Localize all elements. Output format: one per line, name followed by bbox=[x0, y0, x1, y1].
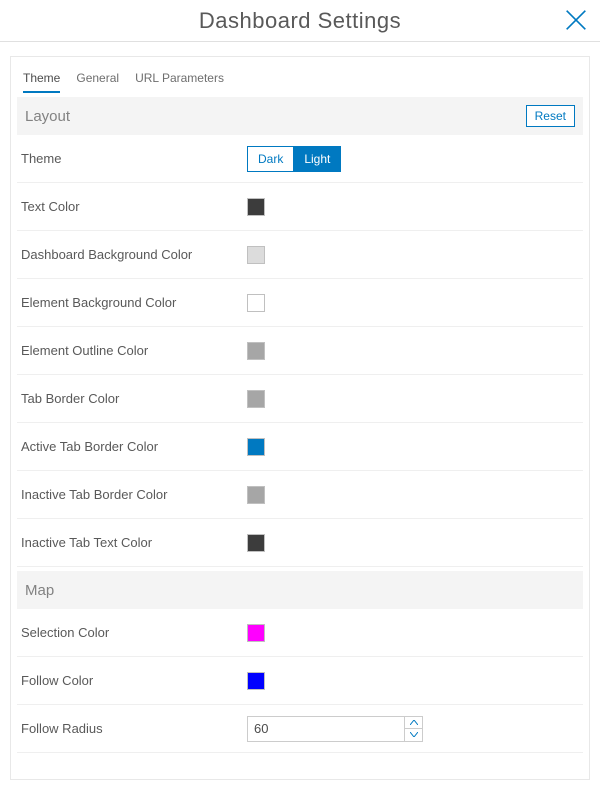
tab-general[interactable]: General bbox=[76, 71, 119, 93]
row-active-tab-border-color-label: Active Tab Border Color bbox=[21, 439, 247, 454]
follow-radius-input[interactable] bbox=[248, 717, 404, 741]
active-tab-border-color-swatch[interactable] bbox=[247, 438, 265, 456]
row-element-outline-color-label: Element Outline Color bbox=[21, 343, 247, 358]
dialog-title: Dashboard Settings bbox=[199, 8, 401, 34]
section-map-title: Map bbox=[25, 582, 54, 599]
row-tab-border-color: Tab Border Color bbox=[17, 375, 583, 423]
follow-radius-field bbox=[247, 716, 423, 742]
tab-url-parameters[interactable]: URL Parameters bbox=[135, 71, 224, 93]
row-inactive-tab-text-color-label: Inactive Tab Text Color bbox=[21, 535, 247, 550]
dashboard-bg-color-swatch[interactable] bbox=[247, 246, 265, 264]
element-outline-color-swatch[interactable] bbox=[247, 342, 265, 360]
row-element-bg-color: Element Background Color bbox=[17, 279, 583, 327]
scroll-area[interactable]: Layout Reset Theme Dark Light Text Color… bbox=[11, 93, 589, 779]
row-follow-radius: Follow Radius bbox=[17, 705, 583, 753]
dialog-header: Dashboard Settings bbox=[0, 0, 600, 42]
inactive-tab-text-color-swatch[interactable] bbox=[247, 534, 265, 552]
row-inactive-tab-border-color-label: Inactive Tab Border Color bbox=[21, 487, 247, 502]
row-theme-label: Theme bbox=[21, 151, 247, 166]
settings-panel: Theme General URL Parameters Layout Rese… bbox=[10, 56, 590, 780]
tab-bar: Theme General URL Parameters bbox=[11, 57, 589, 93]
theme-light-button[interactable]: Light bbox=[293, 146, 341, 172]
row-inactive-tab-border-color: Inactive Tab Border Color bbox=[17, 471, 583, 519]
section-layout-header: Layout Reset bbox=[17, 97, 583, 135]
section-map-header: Map bbox=[17, 571, 583, 609]
close-icon[interactable] bbox=[562, 6, 590, 34]
reset-button[interactable]: Reset bbox=[526, 105, 575, 127]
tab-theme[interactable]: Theme bbox=[23, 71, 60, 93]
row-theme: Theme Dark Light bbox=[17, 135, 583, 183]
row-inactive-tab-text-color: Inactive Tab Text Color bbox=[17, 519, 583, 567]
row-follow-color-label: Follow Color bbox=[21, 673, 247, 688]
stepper-down-icon[interactable] bbox=[405, 729, 422, 741]
text-color-swatch[interactable] bbox=[247, 198, 265, 216]
follow-color-swatch[interactable] bbox=[247, 672, 265, 690]
row-tab-border-color-label: Tab Border Color bbox=[21, 391, 247, 406]
theme-toggle: Dark Light bbox=[247, 146, 341, 172]
selection-color-swatch[interactable] bbox=[247, 624, 265, 642]
theme-dark-button[interactable]: Dark bbox=[247, 146, 293, 172]
stepper-up-icon[interactable] bbox=[405, 717, 422, 730]
row-text-color-label: Text Color bbox=[21, 199, 247, 214]
inactive-tab-border-color-swatch[interactable] bbox=[247, 486, 265, 504]
row-dashboard-bg-color-label: Dashboard Background Color bbox=[21, 247, 247, 262]
row-element-bg-color-label: Element Background Color bbox=[21, 295, 247, 310]
row-follow-color: Follow Color bbox=[17, 657, 583, 705]
row-dashboard-bg-color: Dashboard Background Color bbox=[17, 231, 583, 279]
row-follow-radius-label: Follow Radius bbox=[21, 721, 247, 736]
follow-radius-steppers bbox=[404, 717, 422, 741]
row-element-outline-color: Element Outline Color bbox=[17, 327, 583, 375]
row-active-tab-border-color: Active Tab Border Color bbox=[17, 423, 583, 471]
element-bg-color-swatch[interactable] bbox=[247, 294, 265, 312]
row-selection-color-label: Selection Color bbox=[21, 625, 247, 640]
tab-border-color-swatch[interactable] bbox=[247, 390, 265, 408]
row-selection-color: Selection Color bbox=[17, 609, 583, 657]
section-layout-title: Layout bbox=[25, 108, 70, 125]
row-text-color: Text Color bbox=[17, 183, 583, 231]
